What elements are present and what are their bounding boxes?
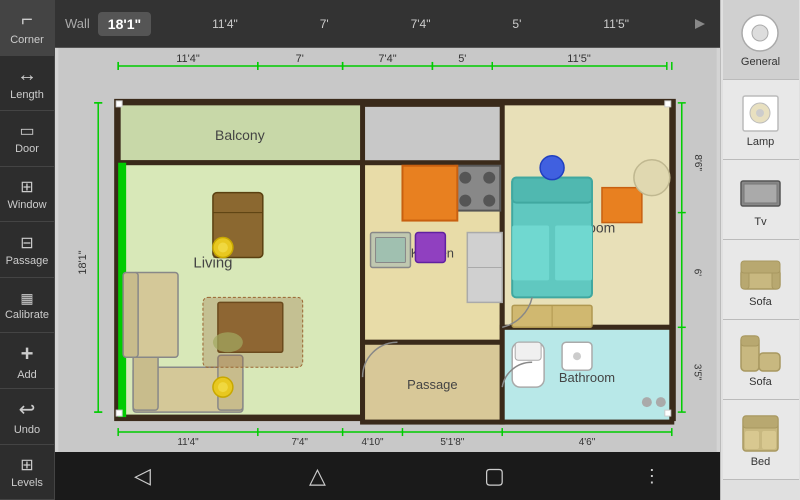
svg-text:3'5": 3'5" bbox=[692, 364, 703, 381]
furniture-general: General bbox=[723, 0, 799, 80]
right-sidebar: General Lamp Tv S bbox=[720, 0, 800, 500]
add-label: Add bbox=[17, 369, 37, 381]
passage-label: Passage bbox=[6, 255, 49, 267]
bottom-bar: ◁ △ ▢ ⋮ bbox=[55, 452, 720, 500]
tool-undo[interactable]: ↩ Undo bbox=[0, 389, 55, 445]
sofa1-icon bbox=[738, 251, 783, 296]
door-icon: ▭ bbox=[19, 121, 34, 141]
tool-levels[interactable]: ⊞ Levels bbox=[0, 445, 55, 500]
bed-label: Bed bbox=[751, 456, 771, 468]
corner-icon: ⌐ bbox=[21, 9, 33, 32]
general-icon bbox=[738, 11, 783, 56]
lamp-preview bbox=[736, 91, 786, 136]
corner-label: Corner bbox=[10, 34, 44, 46]
arrow-right-icon bbox=[690, 14, 710, 34]
furniture-tv[interactable]: Tv bbox=[723, 160, 799, 240]
furniture-sofa2[interactable]: Sofa bbox=[723, 320, 799, 400]
furniture-bed[interactable]: Bed bbox=[723, 400, 799, 480]
svg-text:7'4": 7'4" bbox=[291, 437, 308, 448]
undo-icon: ↩ bbox=[19, 397, 36, 422]
svg-text:4'6": 4'6" bbox=[579, 437, 596, 448]
recent-button[interactable]: ▢ bbox=[464, 455, 525, 497]
calibrate-label: Calibrate bbox=[5, 309, 49, 321]
tv-preview bbox=[736, 171, 786, 216]
tool-corner[interactable]: ⌐ Corner bbox=[0, 0, 55, 56]
balcony-label: Balcony bbox=[215, 127, 265, 143]
undo-label: Undo bbox=[14, 424, 40, 436]
back-button[interactable]: ◁ bbox=[114, 455, 171, 497]
measure-3: 7'4" bbox=[411, 17, 431, 31]
svg-text:11'4": 11'4" bbox=[177, 437, 199, 448]
measure-5: 11'5" bbox=[603, 17, 629, 31]
svg-text:7'4": 7'4" bbox=[378, 53, 396, 65]
measure-2: 7' bbox=[320, 17, 329, 31]
measure-4: 5' bbox=[512, 17, 521, 31]
floor-plan[interactable]: 11'4" 7' 7'4" 5' 11'5" 18'1" 8'6" 6' bbox=[55, 48, 720, 452]
left-sidebar: ⌐ Corner ↔ Length ▭ Door ⊞ Window ⊟ Pass… bbox=[0, 0, 55, 500]
svg-text:4'10": 4'10" bbox=[361, 437, 384, 448]
menu-button[interactable]: ⋮ bbox=[643, 466, 661, 487]
svg-text:11'5": 11'5" bbox=[567, 53, 591, 65]
levels-icon: ⊞ bbox=[20, 455, 33, 475]
tv-icon bbox=[738, 171, 783, 216]
bed-preview bbox=[736, 411, 786, 456]
door-label: Door bbox=[15, 143, 39, 155]
sofa2-preview bbox=[736, 331, 786, 376]
tool-length[interactable]: ↔ Length bbox=[0, 56, 55, 112]
lamp-label: Lamp bbox=[747, 136, 775, 148]
home-button[interactable]: △ bbox=[289, 455, 346, 497]
sofa2-label: Sofa bbox=[749, 376, 772, 388]
top-measurements: 11'4" 7' 7'4" 5' 11'5" bbox=[151, 17, 690, 31]
levels-label: Levels bbox=[11, 477, 43, 489]
svg-text:18'1": 18'1" bbox=[77, 250, 89, 274]
furniture-sofa1[interactable]: Sofa bbox=[723, 240, 799, 320]
passage-label: Passage bbox=[407, 377, 457, 392]
furniture-lamp[interactable]: Lamp bbox=[723, 80, 799, 160]
top-bar: Wall 18'1" 11'4" 7' 7'4" 5' 11'5" bbox=[55, 0, 720, 48]
tool-calibrate[interactable]: ▦ Calibrate bbox=[0, 278, 55, 334]
svg-text:8'6": 8'6" bbox=[692, 154, 703, 171]
general-preview bbox=[736, 11, 786, 56]
measure-1: 11'4" bbox=[212, 17, 238, 31]
svg-text:6': 6' bbox=[692, 269, 703, 277]
main-area: Wall 18'1" 11'4" 7' 7'4" 5' 11'5" 11'4" … bbox=[55, 0, 720, 500]
general-label: General bbox=[741, 56, 780, 68]
wall-label-text: Wall bbox=[65, 16, 90, 31]
passage-icon: ⊟ bbox=[20, 233, 33, 253]
svg-text:7': 7' bbox=[296, 53, 304, 65]
tool-door[interactable]: ▭ Door bbox=[0, 111, 55, 167]
add-icon: + bbox=[21, 341, 34, 367]
tool-add[interactable]: + Add bbox=[0, 333, 55, 389]
wall-info: Wall 18'1" bbox=[65, 12, 151, 36]
window-label: Window bbox=[7, 199, 46, 211]
sofa1-preview bbox=[736, 251, 786, 296]
length-label: Length bbox=[10, 89, 44, 101]
tool-passage[interactable]: ⊟ Passage bbox=[0, 222, 55, 278]
floor-plan-svg: 11'4" 7' 7'4" 5' 11'5" 18'1" 8'6" 6' bbox=[55, 48, 720, 452]
calibrate-icon: ▦ bbox=[20, 290, 33, 307]
bathroom-label: Bathroom bbox=[559, 370, 615, 385]
tool-window[interactable]: ⊞ Window bbox=[0, 167, 55, 223]
bed-icon bbox=[738, 411, 783, 456]
length-icon: ↔ bbox=[17, 64, 37, 87]
svg-text:5': 5' bbox=[458, 53, 466, 65]
sofa1-label: Sofa bbox=[749, 296, 772, 308]
svg-text:5'1'8": 5'1'8" bbox=[440, 437, 464, 448]
wall-value: 18'1" bbox=[98, 12, 151, 36]
lamp-icon bbox=[738, 91, 783, 136]
svg-text:11'4": 11'4" bbox=[176, 53, 200, 65]
sofa2-icon bbox=[738, 331, 783, 376]
tv-label: Tv bbox=[754, 216, 766, 228]
window-icon: ⊞ bbox=[20, 177, 33, 197]
